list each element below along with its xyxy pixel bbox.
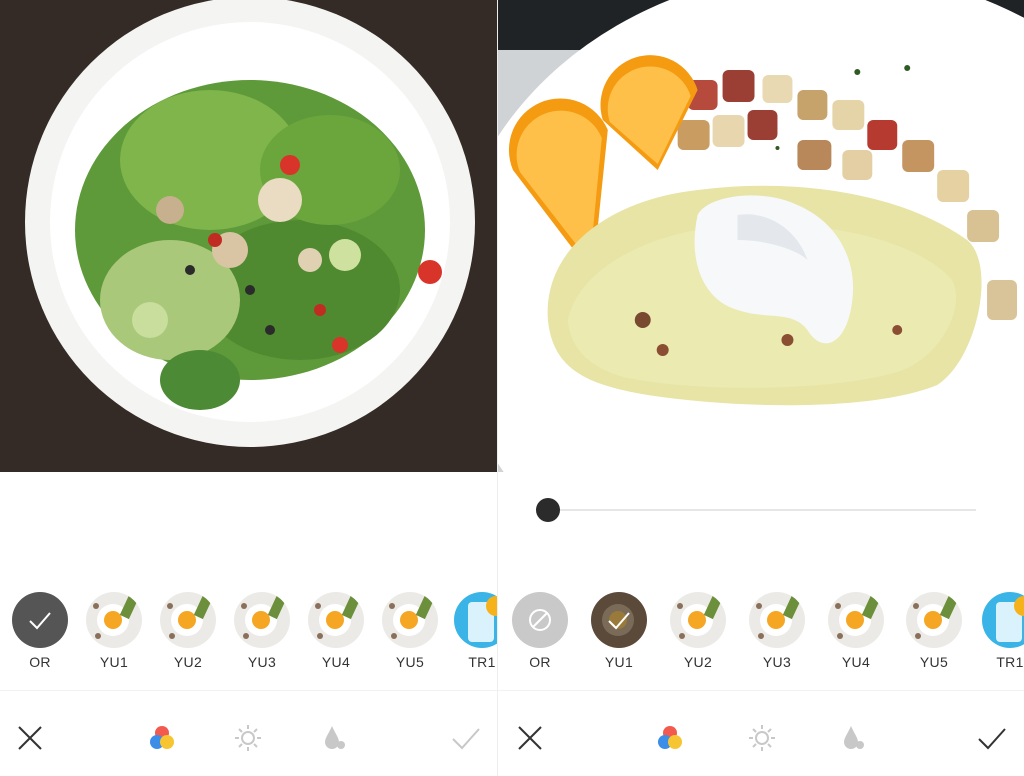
close-icon <box>18 726 42 750</box>
filter-yu1[interactable]: YU1 <box>84 592 144 670</box>
toolbar-divider <box>0 690 497 691</box>
filter-yu2[interactable]: YU2 <box>668 592 728 670</box>
filter-label: YU4 <box>841 654 871 670</box>
filters-tool-button[interactable] <box>650 718 690 758</box>
filter-intensity-slider[interactable] <box>536 498 976 522</box>
filter-thumbnail-egg[interactable] <box>308 592 364 648</box>
checkmark-icon <box>978 728 1006 750</box>
filter-tr1[interactable]: TR1 <box>452 592 497 670</box>
filter-thumbnail-egg[interactable] <box>828 592 884 648</box>
filter-thumbnail-egg-selected[interactable] <box>591 592 647 648</box>
bottom-toolbar <box>0 718 497 770</box>
filter-label: YU3 <box>762 654 792 670</box>
filter-yu5[interactable]: YU5 <box>380 592 440 670</box>
editor-screen-left: OR YU1 YU2 YU3 YU4 YU5 TR1 <box>0 0 497 776</box>
filter-yu2[interactable]: YU2 <box>158 592 218 670</box>
filter-label: TR1 <box>996 654 1024 670</box>
color-circles-icon <box>658 726 682 749</box>
cancel-button[interactable] <box>510 718 550 758</box>
sun-icon <box>235 725 261 751</box>
checkmark-icon <box>452 728 480 750</box>
sun-icon <box>749 725 775 751</box>
filter-thumbnail-egg[interactable] <box>749 592 805 648</box>
droplet-icon <box>325 726 345 749</box>
color-circles-icon <box>150 726 174 749</box>
photo-preview-salad <box>0 0 497 472</box>
bottom-toolbar <box>498 718 1024 770</box>
filter-label: TR1 <box>468 654 496 670</box>
filter-thumbnail-drink[interactable] <box>454 592 497 648</box>
filter-tr1[interactable]: TR1 <box>980 592 1024 670</box>
filter-strip[interactable]: OR YU1 YU2 YU3 YU4 YU5 TR1 <box>0 592 497 682</box>
filter-thumbnail-egg[interactable] <box>670 592 726 648</box>
filter-label: YU2 <box>683 654 713 670</box>
cancel-button[interactable] <box>10 718 50 758</box>
filter-strip[interactable]: OR YU1 YU2 YU3 YU4 YU5 TR1 <box>498 592 1024 682</box>
slider-track[interactable] <box>546 509 976 511</box>
filter-yu4[interactable]: YU4 <box>826 592 886 670</box>
filter-thumbnail-egg[interactable] <box>160 592 216 648</box>
photo-preview-omelette <box>498 0 1024 472</box>
filter-thumbnail-original-selected[interactable] <box>12 592 68 648</box>
confirm-button[interactable] <box>972 718 1012 758</box>
filters-tool-button[interactable] <box>142 718 182 758</box>
droplet-icon <box>844 726 864 749</box>
filter-thumbnail-drink[interactable] <box>982 592 1024 648</box>
brightness-tool-button[interactable] <box>742 718 782 758</box>
close-icon <box>518 726 542 750</box>
filter-yu3[interactable]: YU3 <box>747 592 807 670</box>
filter-label: YU1 <box>604 654 634 670</box>
filter-label: YU1 <box>99 654 129 670</box>
filter-thumbnail-none[interactable] <box>512 592 568 648</box>
saturation-tool-button[interactable] <box>833 718 873 758</box>
filter-yu1[interactable]: YU1 <box>589 592 649 670</box>
editor-screen-right: OR YU1 YU2 YU3 YU4 YU5 TR1 <box>497 0 1024 776</box>
filter-or[interactable]: OR <box>510 592 570 670</box>
saturation-tool-button[interactable] <box>314 718 354 758</box>
confirm-button[interactable] <box>446 718 486 758</box>
filter-label: OR <box>29 654 51 670</box>
filter-thumbnail-egg[interactable] <box>234 592 290 648</box>
brightness-tool-button[interactable] <box>228 718 268 758</box>
filter-label: YU4 <box>321 654 351 670</box>
filter-thumbnail-egg[interactable] <box>382 592 438 648</box>
toolbar-divider <box>498 690 1024 691</box>
filter-label: YU3 <box>247 654 277 670</box>
filter-yu3[interactable]: YU3 <box>232 592 292 670</box>
filter-yu5[interactable]: YU5 <box>904 592 964 670</box>
filter-label: OR <box>529 654 551 670</box>
filter-label: YU2 <box>173 654 203 670</box>
filter-label: YU5 <box>919 654 949 670</box>
filter-label: YU5 <box>395 654 425 670</box>
slider-knob[interactable] <box>536 498 560 522</box>
filter-thumbnail-egg[interactable] <box>906 592 962 648</box>
filter-thumbnail-egg[interactable] <box>86 592 142 648</box>
filter-or[interactable]: OR <box>10 592 70 670</box>
filter-yu4[interactable]: YU4 <box>306 592 366 670</box>
